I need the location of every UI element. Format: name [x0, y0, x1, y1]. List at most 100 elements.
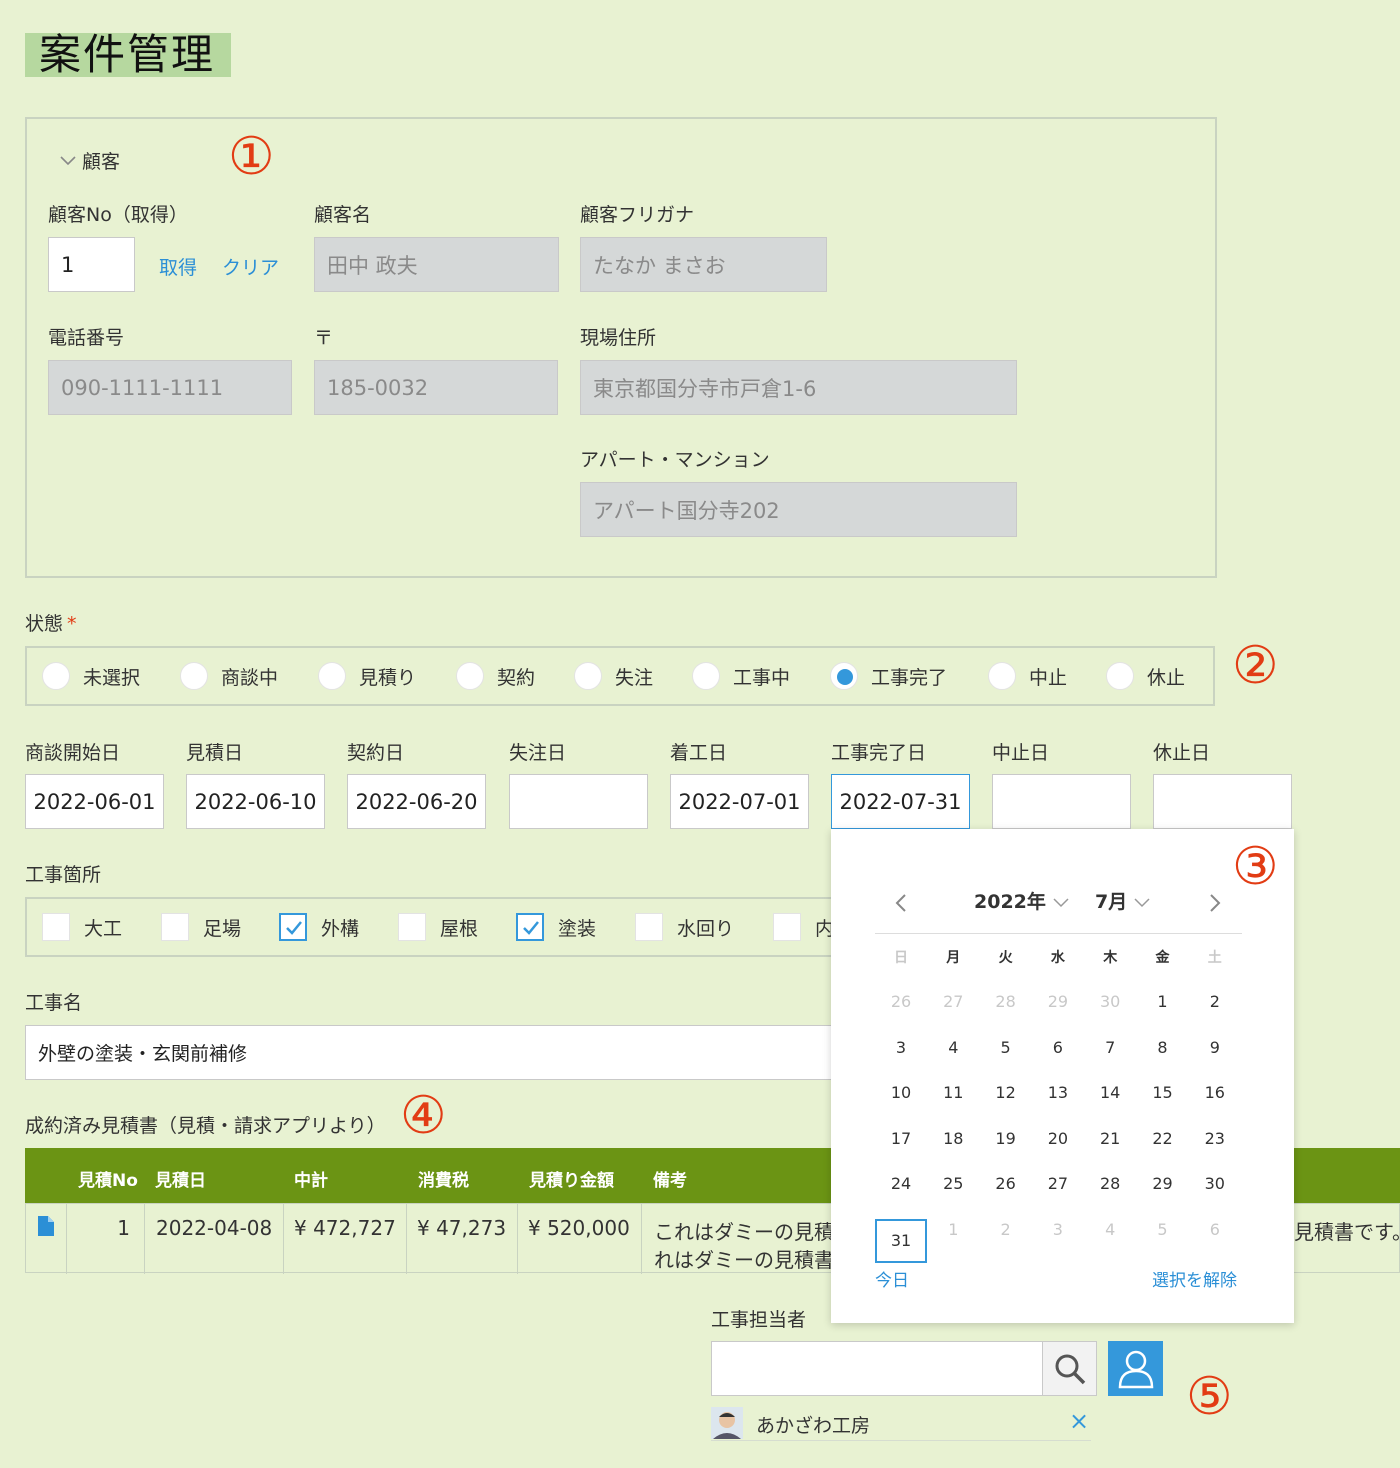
calendar-day[interactable]: 4 [1084, 1220, 1136, 1239]
status-option-in-progress[interactable]: 工事中 [692, 662, 790, 690]
estimates-label: 成約済み見積書（見積・請求アプリより） [25, 1115, 386, 1137]
calendar-day[interactable]: 10 [875, 1083, 927, 1102]
calendar-day[interactable]: 27 [927, 992, 979, 1011]
search-button[interactable] [1042, 1341, 1097, 1396]
work-part-painting[interactable]: 塗装 [516, 913, 596, 941]
calendar-day[interactable]: 8 [1137, 1038, 1189, 1057]
estimate-tax: ¥ 47,273 [417, 1216, 507, 1240]
calendar-day[interactable]: 18 [927, 1129, 979, 1148]
year-select[interactable]: 2022年 [974, 887, 1069, 914]
calendar-day[interactable]: 26 [980, 1174, 1032, 1193]
search-icon [1055, 1354, 1085, 1384]
calendar-day[interactable]: 6 [1032, 1038, 1084, 1057]
calendar-day[interactable]: 3 [875, 1038, 927, 1057]
calendar-day[interactable]: 19 [980, 1129, 1032, 1148]
calendar-day[interactable]: 15 [1137, 1083, 1189, 1102]
status-option-estimate[interactable]: 見積り [318, 662, 416, 690]
assignee-label: 工事担当者 [711, 1309, 807, 1331]
calendar-day[interactable]: 1 [927, 1220, 979, 1239]
get-customer-link[interactable]: 取得 [159, 253, 197, 280]
status-option-cancelled[interactable]: 中止 [988, 662, 1067, 690]
calendar-day[interactable]: 14 [1084, 1083, 1136, 1102]
estimate-note-line1: これはダミーの見積書 [654, 1220, 854, 1244]
calendar-day[interactable]: 9 [1189, 1038, 1241, 1057]
calendar-day[interactable]: 25 [927, 1174, 979, 1193]
date-input-negotiation[interactable]: 2022-06-01 [25, 774, 164, 829]
calendar-day[interactable]: 7 [1084, 1038, 1136, 1057]
today-link[interactable]: 今日 [875, 1266, 909, 1291]
date-input-complete[interactable]: 2022-07-31 [831, 774, 970, 829]
calendar-day[interactable]: 28 [980, 992, 1032, 1011]
chevron-down-icon [60, 155, 76, 165]
calendar-day[interactable]: 2 [980, 1220, 1032, 1239]
chevron-left-icon[interactable] [895, 893, 907, 913]
work-part-interior[interactable]: 内 [773, 913, 834, 941]
calendar-day[interactable]: 11 [927, 1083, 979, 1102]
work-part-carpentry[interactable]: 大工 [42, 913, 122, 941]
user-picker-button[interactable] [1108, 1341, 1163, 1396]
remove-user-icon[interactable]: × [1069, 1407, 1089, 1435]
calendar-day[interactable]: 5 [980, 1038, 1032, 1057]
date-input-lost[interactable] [509, 774, 648, 829]
assignee-search-input[interactable] [711, 1341, 1043, 1396]
status-option-unselected[interactable]: 未選択 [42, 662, 140, 690]
month-select[interactable]: 7月 [1095, 887, 1150, 914]
work-part-roof[interactable]: 屋根 [398, 913, 478, 941]
calendar-day[interactable]: 13 [1032, 1083, 1084, 1102]
calendar-day[interactable]: 28 [1084, 1174, 1136, 1193]
calendar-day[interactable]: 5 [1137, 1220, 1189, 1239]
column-header: 備考 [653, 1171, 687, 1191]
document-icon[interactable] [38, 1216, 54, 1236]
calendar-day[interactable]: 30 [1189, 1174, 1241, 1193]
calendar-day[interactable]: 3 [1032, 1220, 1084, 1239]
calendar-day[interactable]: 21 [1084, 1129, 1136, 1148]
work-part-plumbing[interactable]: 水回り [635, 913, 734, 941]
date-input-pause[interactable] [1153, 774, 1292, 829]
checkbox-icon [42, 913, 70, 941]
status-option-completed[interactable]: 工事完了 [830, 662, 947, 690]
date-input-estimate[interactable]: 2022-06-10 [186, 774, 325, 829]
weekday-header: 火 [998, 950, 1013, 966]
column-header: 中計 [294, 1171, 328, 1191]
calendar-day-selected[interactable]: 31 [875, 1218, 927, 1263]
calendar-day[interactable]: 24 [875, 1174, 927, 1193]
weekday-header: 木 [1103, 950, 1118, 966]
clear-selection-link[interactable]: 選択を解除 [1152, 1266, 1237, 1291]
work-part-exterior[interactable]: 外構 [279, 913, 359, 941]
calendar-day[interactable]: 17 [875, 1129, 927, 1148]
calendar-day[interactable]: 22 [1137, 1129, 1189, 1148]
calendar-day[interactable]: 26 [875, 992, 927, 1011]
column-header: 消費税 [418, 1171, 469, 1191]
status-option-lost[interactable]: 失注 [574, 662, 653, 690]
calendar-day[interactable]: 12 [980, 1083, 1032, 1102]
customer-no-input[interactable]: 1 [48, 237, 135, 292]
clear-customer-link[interactable]: クリア [222, 253, 279, 280]
calendar-day[interactable]: 29 [1137, 1174, 1189, 1193]
weekday-header: 金 [1155, 950, 1170, 966]
estimate-subtotal: ¥ 472,727 [294, 1216, 396, 1240]
address-field: 東京都国分寺市戸倉1-6 [580, 360, 1017, 415]
calendar-day[interactable]: 20 [1032, 1129, 1084, 1148]
status-option-contract[interactable]: 契約 [456, 662, 535, 690]
user-avatar [711, 1407, 743, 1439]
calendar-day[interactable]: 27 [1032, 1174, 1084, 1193]
status-option-negotiating[interactable]: 商談中 [180, 662, 278, 690]
date-input-contract[interactable]: 2022-06-20 [347, 774, 486, 829]
calendar-day[interactable]: 16 [1189, 1083, 1241, 1102]
customer-group-toggle[interactable]: 顧客 [60, 147, 120, 174]
calendar-day[interactable]: 4 [927, 1038, 979, 1057]
calendar-day[interactable]: 6 [1189, 1220, 1241, 1239]
status-option-paused[interactable]: 休止 [1106, 662, 1185, 690]
calendar-day[interactable]: 2 [1189, 992, 1241, 1011]
date-input-cancel[interactable] [992, 774, 1131, 829]
calendar-day[interactable]: 29 [1032, 992, 1084, 1011]
date-input-start[interactable]: 2022-07-01 [670, 774, 809, 829]
phone-field: 090-1111-1111 [48, 360, 292, 415]
work-part-scaffold[interactable]: 足場 [161, 913, 241, 941]
chevron-right-icon[interactable] [1209, 893, 1221, 913]
calendar-day[interactable]: 1 [1137, 992, 1189, 1011]
calendar-day[interactable]: 23 [1189, 1129, 1241, 1148]
checkbox-icon [773, 913, 801, 941]
calendar-day[interactable]: 30 [1084, 992, 1136, 1011]
annotation-4: ④ [400, 1086, 447, 1146]
